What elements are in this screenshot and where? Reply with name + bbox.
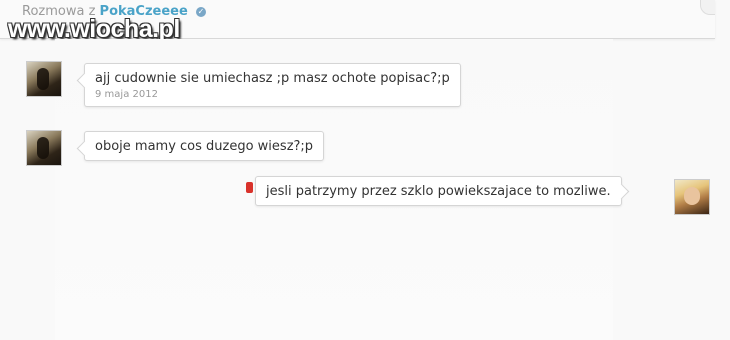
message-text: ajj cudownie sie umiechasz ;p masz ochot… <box>95 71 450 86</box>
avatar[interactable] <box>674 179 710 215</box>
unread-marker <box>246 182 253 193</box>
avatar[interactable] <box>26 130 62 166</box>
message-bubble: oboje mamy cos duzego wiesz?;p <box>84 131 325 161</box>
corner-tab[interactable] <box>700 0 715 15</box>
message-text: jesli patrzymy przez szklo powiekszajace… <box>266 184 611 199</box>
check-circle-icon: ✓ <box>195 6 206 17</box>
message-thread: ajj cudownie sie umiechasz ;p masz ochot… <box>0 39 730 340</box>
message-text: oboje mamy cos duzego wiesz?;p <box>95 139 314 154</box>
message-bubble: jesli patrzymy przez szklo powiekszajace… <box>255 176 622 206</box>
message-timestamp: 9 maja 2012 <box>95 89 158 100</box>
message-bubble: ajj cudownie sie umiechasz ;p masz ochot… <box>84 63 461 107</box>
avatar[interactable] <box>26 61 62 97</box>
